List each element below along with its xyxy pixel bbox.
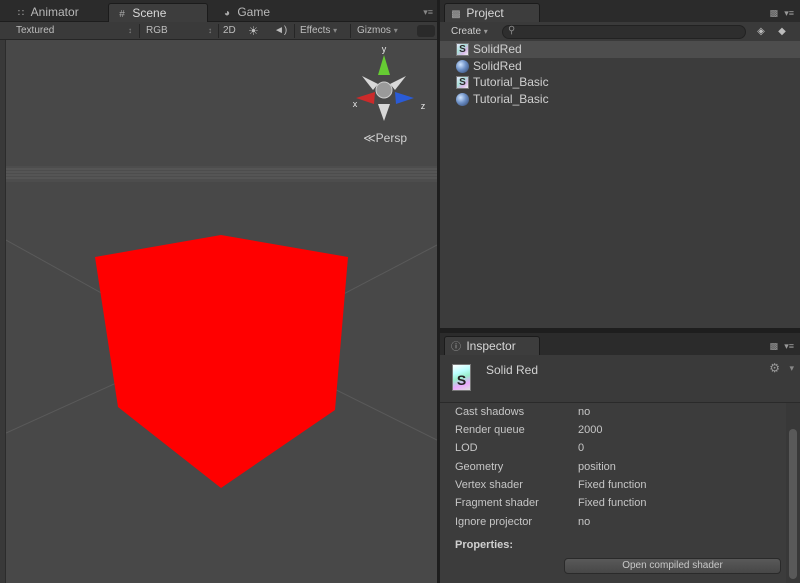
property-row: Render queue 2000 <box>455 424 603 436</box>
window-menu-icon[interactable]: ▾≡ <box>423 7 433 18</box>
filter-by-label-icon[interactable]: ◆ <box>775 25 789 39</box>
material-sphere-icon <box>456 93 469 106</box>
property-row: LOD 0 <box>455 442 585 454</box>
chevron-down-icon: ▾ <box>333 26 338 35</box>
chevron-down-icon: ▾ <box>483 27 488 36</box>
gizmo-x-label: x <box>353 99 358 109</box>
lock-icon[interactable]: ▩ <box>769 341 778 352</box>
list-item[interactable]: SolidRed <box>440 58 800 75</box>
scene-tabbar: ∷ Animator # Scene ◕ Game ▾≡ <box>0 0 437 22</box>
inspector-header: S Solid Red ⚙ ▾ <box>440 355 800 403</box>
filter-by-type-icon[interactable]: ◈ <box>754 25 768 39</box>
material-sphere-icon <box>456 60 469 73</box>
property-row: Vertex shader Fixed function <box>455 479 647 491</box>
property-row: Ignore projector no <box>455 516 591 528</box>
create-dropdown[interactable]: Create ▾ <box>445 25 495 39</box>
gizmo-y-label: y <box>382 44 387 54</box>
search-input[interactable]: ⚲ <box>502 25 746 39</box>
tab-game[interactable]: ◕ Game <box>214 3 304 22</box>
gizmo-z-label: z <box>421 101 426 111</box>
orientation-gizmo[interactable]: y x z <box>353 44 426 121</box>
game-pacman-icon: ◕ <box>223 8 231 19</box>
toolbar-divider <box>350 24 351 38</box>
list-item[interactable]: S Tutorial_Basic <box>440 74 800 91</box>
property-row: Cast shadows no <box>455 406 591 418</box>
gizmos-dropdown[interactable]: Gizmos ▾ <box>357 24 409 38</box>
animator-icon: ∷ <box>17 8 25 19</box>
gear-icon[interactable]: ⚙ <box>769 361 780 375</box>
list-item[interactable]: S SolidRed <box>440 41 800 58</box>
search-scene-field[interactable] <box>417 25 435 37</box>
property-row: Fragment shader Fixed function <box>455 497 647 509</box>
scene-viewport[interactable]: y x z ≪Persp <box>6 40 437 583</box>
toggle-2d-button[interactable]: 2D <box>223 24 241 38</box>
shader-icon: S <box>456 76 469 89</box>
window-menu-icon[interactable]: ▾≡ <box>784 341 794 352</box>
window-menu-icon[interactable]: ▾≡ <box>784 8 794 19</box>
projection-toggle[interactable]: ≪Persp <box>363 131 407 145</box>
tab-animator[interactable]: ∷ Animator <box>8 3 104 22</box>
properties-heading: Properties: <box>455 539 514 551</box>
perspective-icon: ≪ <box>363 131 376 145</box>
chevron-down-icon: ▾ <box>393 26 398 35</box>
list-item[interactable]: Tutorial_Basic <box>440 91 800 108</box>
toolbar-divider <box>294 24 295 38</box>
lock-icon[interactable]: ▩ <box>769 8 778 19</box>
tab-inspector[interactable]: ⓘ Inspector <box>444 336 540 355</box>
inspector-panel: ⓘ Inspector ▩ ▾≡ S Solid Red ⚙ ▾ Cast sh… <box>440 333 800 583</box>
property-row: Geometry position <box>455 461 616 473</box>
render-mode-dropdown[interactable]: Textured <box>16 24 134 38</box>
project-toolbar: Create ▾ ⚲ ◈ ◆ <box>440 22 800 42</box>
scrollbar-thumb[interactable] <box>789 429 797 579</box>
audio-speaker-icon[interactable]: ◄) <box>274 24 290 38</box>
project-panel: ▩ Project ▩ ▾≡ Create ▾ ⚲ ◈ ◆ S SolidRed… <box>440 0 800 328</box>
color-mode-dropdown[interactable]: RGB <box>146 24 214 38</box>
tab-scene[interactable]: # Scene <box>108 3 208 22</box>
scene-canvas: y x z <box>6 44 437 488</box>
toolbar-divider <box>218 24 219 38</box>
scene-toolbar: Textured RGB 2D ☀ ◄) Effects ▾ Gizmos ▾ <box>0 22 437 40</box>
shader-icon: S <box>456 43 469 56</box>
inspector-scrollbar[interactable] <box>786 403 800 583</box>
effects-dropdown[interactable]: Effects ▾ <box>300 24 346 38</box>
component-menu-icon[interactable]: ▾ <box>789 363 794 374</box>
tab-project[interactable]: ▩ Project <box>444 3 540 22</box>
red-cube[interactable] <box>95 235 348 488</box>
lighting-sun-icon[interactable]: ☀ <box>248 24 262 38</box>
inspector-title: Solid Red <box>486 363 539 377</box>
scene-window: ∷ Animator # Scene ◕ Game ▾≡ Textured RG… <box>0 0 437 583</box>
project-tabbar: ▩ Project ▩ ▾≡ <box>440 0 800 22</box>
inspector-tabbar: ⓘ Inspector ▩ ▾≡ <box>440 333 800 355</box>
shader-icon: S <box>452 364 471 391</box>
toolbar-divider <box>139 24 140 38</box>
open-compiled-shader-button[interactable]: Open compiled shader <box>564 558 781 574</box>
right-column: ▩ Project ▩ ▾≡ Create ▾ ⚲ ◈ ◆ S SolidRed… <box>440 0 800 583</box>
horizon-band <box>6 166 437 182</box>
search-icon: ⚲ <box>508 25 516 36</box>
